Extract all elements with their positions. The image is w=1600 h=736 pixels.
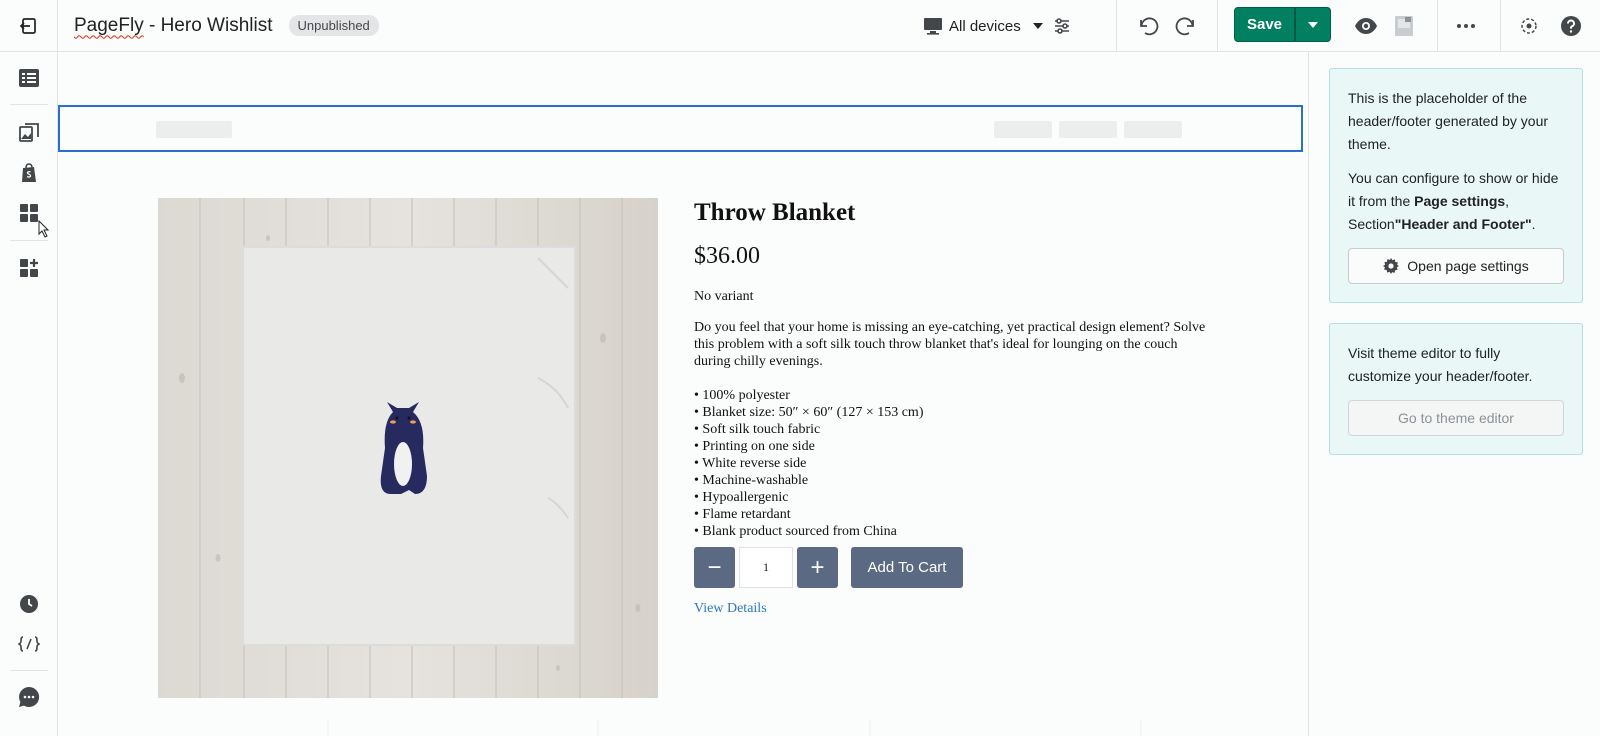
info-text: You can configure to show or hide it fro… [1348, 167, 1564, 236]
sidebar-item-shopify[interactable] [15, 159, 43, 187]
mouse-cursor-icon [38, 220, 50, 238]
editor-canvas[interactable]: Throw Blanket $36.00 No variant Do you f… [58, 52, 1308, 736]
sidebar-item-media[interactable] [15, 119, 43, 147]
sidebar-item-code[interactable] [15, 630, 43, 658]
go-to-theme-editor-button[interactable]: Go to theme editor [1348, 400, 1564, 436]
device-selector[interactable]: All devices [923, 12, 1043, 40]
placeholder-nav-item [1059, 121, 1117, 138]
view-details-link[interactable]: View Details [694, 601, 767, 617]
exit-icon [19, 17, 36, 34]
footer-placeholder-dividers [327, 720, 1142, 736]
divider [1500, 0, 1501, 52]
shopify-icon [22, 163, 36, 182]
undo-button[interactable] [1134, 12, 1162, 40]
sidebar-item-add-section[interactable] [15, 254, 43, 282]
product-photo [158, 198, 658, 698]
theme-header-placeholder[interactable] [58, 105, 1303, 152]
product-price: $36.00 [694, 243, 760, 269]
status-badge: Unpublished [288, 15, 379, 36]
button-label: Open page settings [1407, 257, 1529, 274]
more-horizontal-icon [1457, 24, 1475, 28]
info-text: This is the placeholder of the header/fo… [1348, 90, 1549, 152]
quantity-row: − 1 + Add To Cart [694, 547, 963, 588]
divider [1217, 0, 1218, 52]
header-footer-info-card: This is the placeholder of the header/fo… [1329, 68, 1583, 303]
preview-button[interactable] [1352, 12, 1380, 40]
sliders-icon [1055, 18, 1069, 34]
product-details[interactable]: Throw Blanket $36.00 No variant Do you f… [694, 198, 1214, 616]
caret-down-icon [1032, 23, 1043, 29]
undo-icon [1140, 17, 1159, 36]
placeholder-nav-item [994, 121, 1052, 138]
divider [10, 104, 48, 105]
product-variant: No variant [694, 289, 754, 304]
list-item: • Soft silk touch fabric [694, 422, 821, 437]
list-item: • Machine-washable [694, 473, 809, 488]
page-title-text: - Hero Wishlist [143, 14, 273, 36]
history-icon [20, 595, 38, 613]
media-icon [19, 123, 39, 142]
open-page-settings-button[interactable]: Open page settings [1348, 248, 1564, 284]
sidebar-item-layers[interactable] [15, 64, 43, 92]
exit-button[interactable] [0, 0, 58, 52]
info-text-bold: "Header and Footer" [1394, 216, 1532, 232]
save-button[interactable]: Save [1234, 7, 1295, 42]
chat-icon [19, 686, 40, 707]
quantity-increase-button[interactable]: + [797, 547, 838, 588]
list-item: • White reverse side [694, 456, 807, 471]
list-item: • Blanket size: 50″ × 60″ (127 × 153 cm) [694, 405, 924, 420]
save-button-group: Save [1234, 7, 1331, 42]
list-item: • Printing on one side [694, 439, 815, 454]
theme-editor-info-card: Visit theme editor to fully customize yo… [1329, 323, 1583, 455]
list-item: • Flame retardant [694, 507, 791, 522]
divider [1116, 0, 1117, 52]
top-bar: PageFly - Hero Wishlist Unpublished All … [0, 0, 1600, 52]
info-text-part: . [1531, 216, 1536, 232]
add-section-icon [20, 259, 38, 277]
target-icon [1521, 18, 1537, 34]
device-selector-label: All devices [949, 17, 1021, 35]
list-item: • Blank product sourced from China [694, 524, 897, 539]
sidebar-item-history[interactable] [15, 590, 43, 618]
product-image[interactable] [158, 198, 658, 698]
page-title-brand: PageFly [74, 14, 144, 36]
product-features: • 100% polyester • Blanket size: 50″ × 6… [694, 387, 1214, 540]
help-icon [1561, 16, 1581, 36]
product-title: Throw Blanket [694, 199, 856, 226]
elements-icon [20, 204, 38, 222]
gear-icon [1383, 258, 1400, 274]
info-text-bold: Page settings [1414, 193, 1506, 209]
page-settings-button[interactable] [1048, 12, 1076, 40]
caret-down-icon [1308, 21, 1318, 28]
save-options-button[interactable] [1295, 7, 1331, 42]
divider [10, 240, 48, 241]
list-item: • Hypoallergenic [694, 490, 789, 505]
redo-icon [1175, 17, 1194, 36]
page-title[interactable]: PageFly - Hero Wishlist [74, 15, 273, 37]
info-text: Visit theme editor to fully customize yo… [1348, 345, 1533, 384]
code-icon [18, 636, 40, 652]
redo-button[interactable] [1172, 12, 1200, 40]
image-page-icon [1395, 16, 1413, 36]
focus-mode-button[interactable] [1515, 12, 1543, 40]
layers-icon [19, 69, 39, 87]
add-to-cart-button[interactable]: Add To Cart [851, 547, 963, 588]
more-actions-button[interactable] [1452, 12, 1480, 40]
sidebar-item-chat[interactable] [15, 683, 43, 711]
quantity-input[interactable]: 1 [739, 547, 793, 588]
divider [10, 670, 48, 671]
eye-icon [1355, 18, 1377, 34]
left-sidebar [0, 52, 58, 736]
divider [1437, 0, 1438, 52]
monitor-icon [924, 18, 942, 35]
placeholder-logo [156, 121, 232, 138]
publish-preview-button[interactable] [1390, 12, 1418, 40]
list-item: • 100% polyester [694, 388, 790, 403]
quantity-decrease-button[interactable]: − [694, 547, 735, 588]
placeholder-nav-item [1124, 121, 1182, 138]
right-panel: This is the placeholder of the header/fo… [1308, 52, 1600, 736]
help-button[interactable] [1557, 12, 1585, 40]
product-description: Do you feel that your home is missing an… [694, 320, 1206, 369]
